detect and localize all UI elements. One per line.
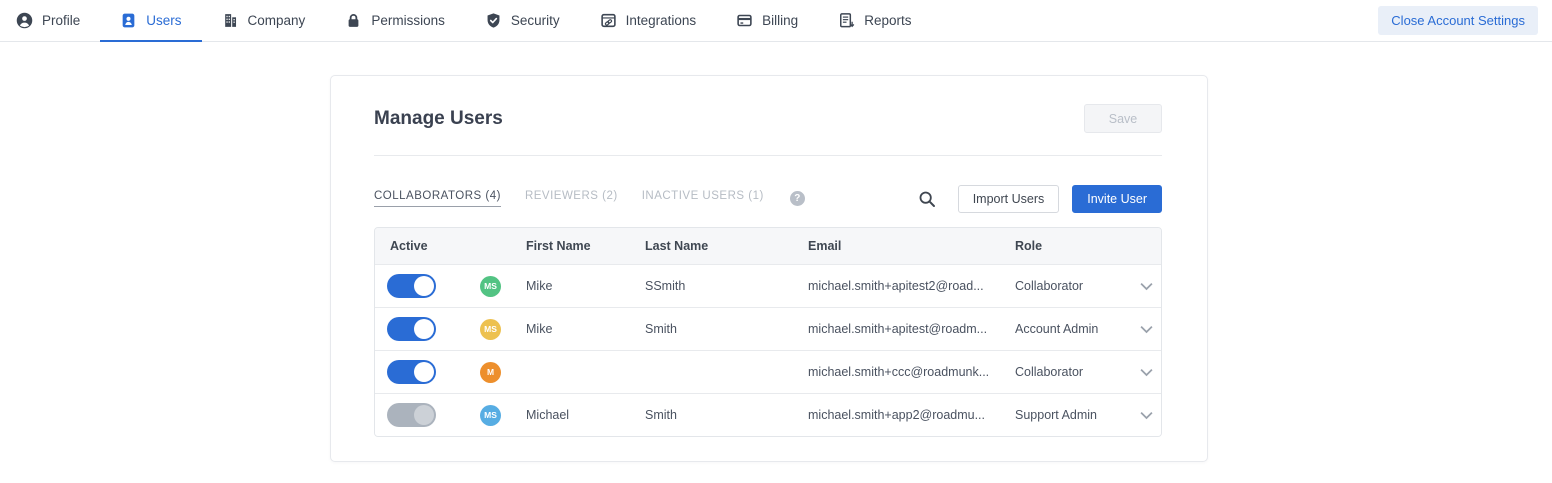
toggle-knob [414,276,434,296]
nav-item-profile[interactable]: Profile [0,0,100,41]
integrations-icon [600,12,617,29]
nav-item-label: Profile [42,13,80,28]
avatar: MS [480,276,501,297]
users-icon [120,12,137,29]
first-name-cell: Mike [526,279,645,293]
header-divider [374,155,1162,156]
role-cell: Collaborator [1015,279,1132,293]
nav-item-label: Security [511,13,560,28]
lock-icon [345,12,362,29]
toggle-knob [414,319,434,339]
nav-item-label: Permissions [371,13,445,28]
tab-reviewers[interactable]: REVIEWERS (2) [525,190,618,207]
chevron-down-icon[interactable] [1132,368,1161,377]
avatar: MS [480,405,501,426]
users-table: Active First Name Last Name Email Role M… [374,227,1162,437]
active-toggle[interactable] [387,360,436,384]
role-cell: Support Admin [1015,408,1132,422]
email-cell: michael.smith+apitest2@road... [808,279,1015,293]
nav-item-label: Billing [762,13,798,28]
chevron-down-icon[interactable] [1132,411,1161,420]
first-name-cell: Michael [526,408,645,422]
column-header-first-name: First Name [526,239,645,253]
top-navigation: Profile Users [0,0,1552,42]
nav-item-label: Integrations [626,13,697,28]
save-button[interactable]: Save [1084,104,1162,133]
nav-item-billing[interactable]: Billing [716,0,818,41]
last-name-cell: Smith [645,322,808,336]
table-row: MS Mike SSmith michael.smith+apitest2@ro… [375,264,1161,307]
nav-item-company[interactable]: Company [202,0,326,41]
email-cell: michael.smith+apitest@roadm... [808,322,1015,336]
report-icon [838,12,855,29]
column-header-active: Active [375,239,526,253]
question-icon[interactable]: ? [790,191,805,206]
close-account-settings-button[interactable]: Close Account Settings [1378,6,1538,35]
nav-item-security[interactable]: Security [465,0,580,41]
email-cell: michael.smith+ccc@roadmunk... [808,365,1015,379]
search-icon[interactable] [918,190,936,208]
credit-card-icon [736,12,753,29]
profile-icon [16,12,33,29]
column-header-role: Role [1015,239,1132,253]
table-row: M michael.smith+ccc@roadmunk... Collabor… [375,350,1161,393]
chevron-down-icon[interactable] [1132,282,1161,291]
nav-item-label: Users [146,13,181,28]
role-cell: Collaborator [1015,365,1132,379]
card-header: Manage Users Save [374,104,1162,133]
import-users-button[interactable]: Import Users [958,185,1060,213]
page-title: Manage Users [374,108,503,130]
nav-item-users[interactable]: Users [100,0,201,41]
first-name-cell: Mike [526,322,645,336]
last-name-cell: SSmith [645,279,808,293]
table-header-row: Active First Name Last Name Email Role [375,228,1161,264]
avatar: MS [480,319,501,340]
toggle-knob [414,405,434,425]
nav-item-reports[interactable]: Reports [818,0,931,41]
column-header-last-name: Last Name [645,239,808,253]
table-row: MS Mike Smith michael.smith+apitest@road… [375,307,1161,350]
tab-collaborators[interactable]: COLLABORATORS (4) [374,190,501,207]
toggle-knob [414,362,434,382]
active-toggle[interactable] [387,403,436,427]
company-icon [222,12,239,29]
nav-item-permissions[interactable]: Permissions [325,0,465,41]
account-settings-page: Profile Users [0,0,1552,483]
chevron-down-icon[interactable] [1132,325,1161,334]
active-toggle[interactable] [387,317,436,341]
shield-check-icon [485,12,502,29]
nav-item-label: Company [248,13,306,28]
manage-users-card: Manage Users Save COLLABORATORS (4) REVI… [330,75,1208,462]
invite-user-button[interactable]: Invite User [1072,185,1162,213]
column-header-email: Email [808,239,1015,253]
nav-item-label: Reports [864,13,911,28]
tab-inactive-users[interactable]: INACTIVE USERS (1) [642,190,764,207]
last-name-cell: Smith [645,408,808,422]
avatar: M [480,362,501,383]
nav-item-integrations[interactable]: Integrations [580,0,717,41]
email-cell: michael.smith+app2@roadmu... [808,408,1015,422]
table-row: MS Michael Smith michael.smith+app2@road… [375,393,1161,436]
role-cell: Account Admin [1015,322,1132,336]
tabs-and-actions-row: COLLABORATORS (4) REVIEWERS (2) INACTIVE… [374,184,1162,213]
active-toggle[interactable] [387,274,436,298]
